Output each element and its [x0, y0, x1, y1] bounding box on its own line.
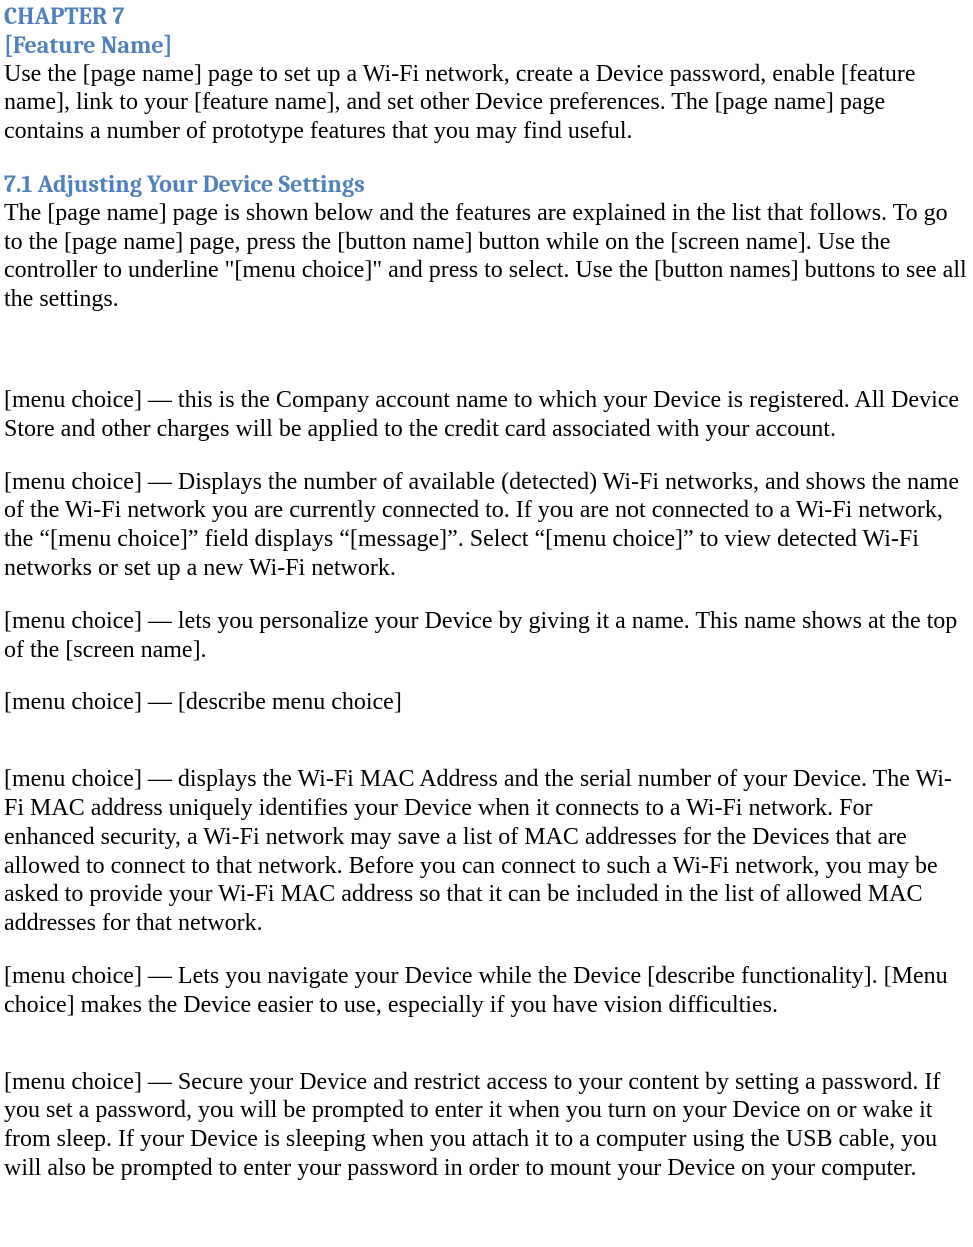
- menu-choice-item: [menu choice] — Secure your Device and r…: [4, 1068, 969, 1183]
- menu-choice-item: [menu choice] — Displays the number of a…: [4, 468, 969, 583]
- menu-choice-item: [menu choice] — [describe menu choice]: [4, 688, 969, 717]
- menu-choice-item: [menu choice] — displays the Wi-Fi MAC A…: [4, 765, 969, 938]
- feature-name-heading: [Feature Name]: [4, 31, 969, 60]
- menu-choice-item: [menu choice] — Lets you navigate your D…: [4, 962, 969, 1020]
- menu-choice-item: [menu choice] — lets you personalize you…: [4, 607, 969, 665]
- section-intro-paragraph: The [page name] page is shown below and …: [4, 199, 969, 314]
- section-heading: 7.1 Adjusting Your Device Settings: [4, 170, 969, 199]
- chapter-label: CHAPTER 7: [4, 2, 969, 31]
- intro-paragraph: Use the [page name] page to set up a Wi-…: [4, 60, 969, 146]
- menu-choice-item: [menu choice] — this is the Company acco…: [4, 386, 969, 444]
